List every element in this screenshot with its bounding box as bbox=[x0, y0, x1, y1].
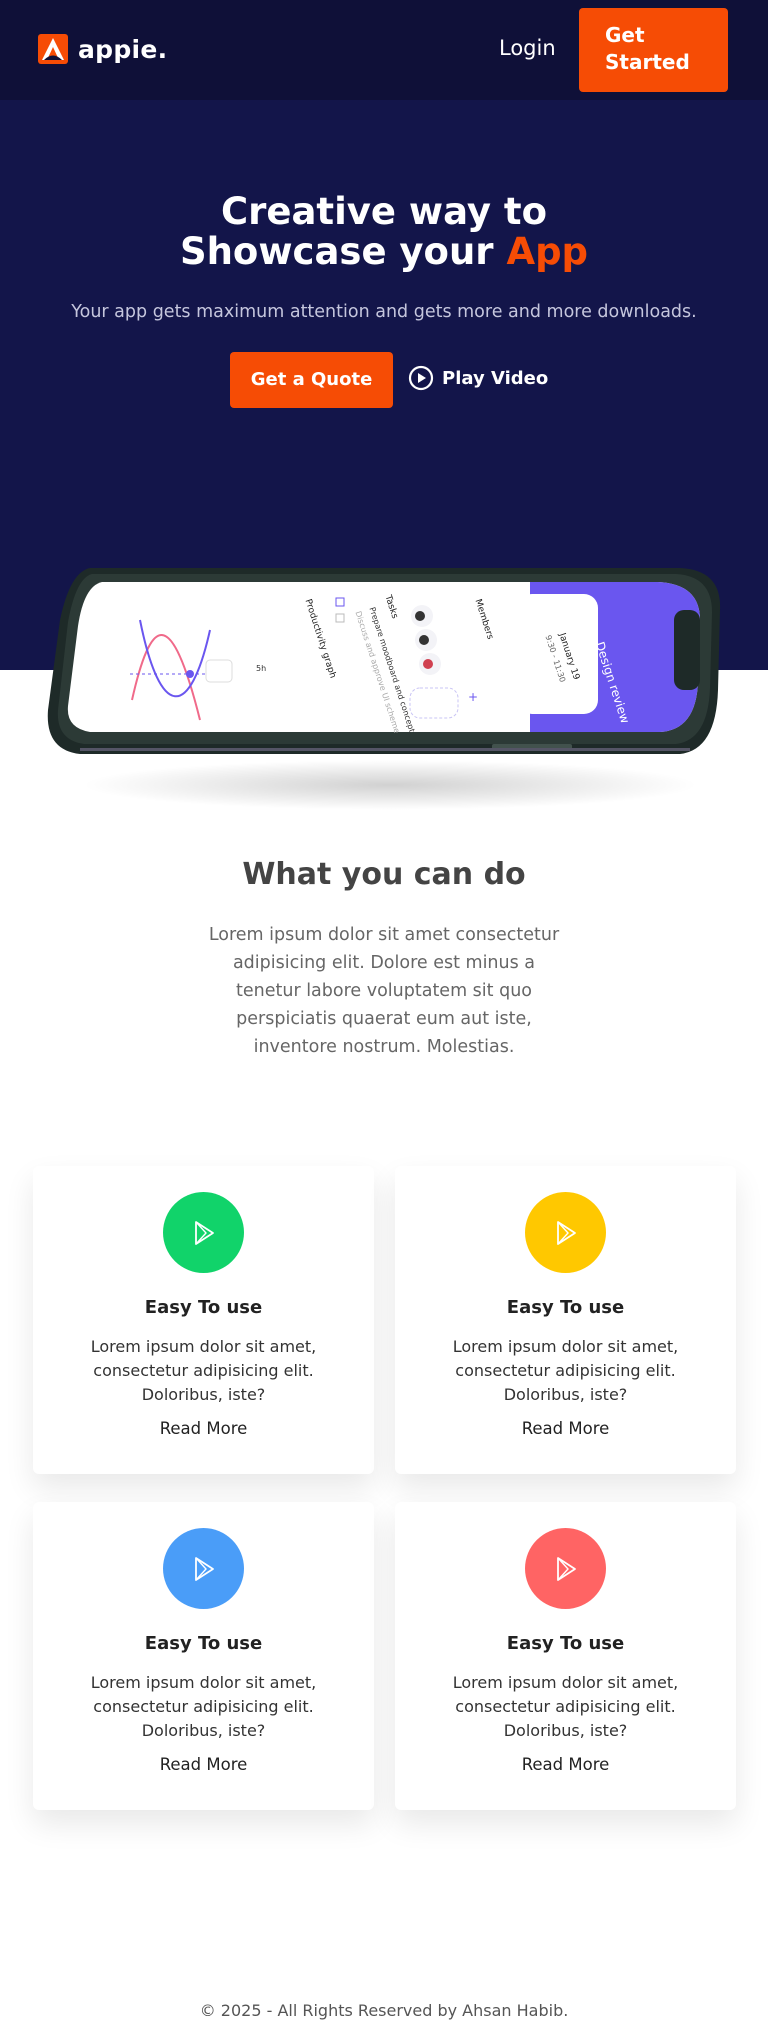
features-description: Lorem ipsum dolor sit amet consectetur a… bbox=[208, 925, 560, 1057]
play-video-button[interactable]: Play Video bbox=[408, 365, 548, 391]
hero-title-accent: App bbox=[506, 230, 589, 273]
logo-mark-icon bbox=[38, 34, 68, 64]
read-more-link[interactable]: Read More bbox=[395, 1755, 736, 1774]
hero-title-line1: Creative way to bbox=[220, 190, 548, 233]
read-more-link[interactable]: Read More bbox=[33, 1419, 374, 1438]
screen-graph-badge: 5h bbox=[256, 664, 267, 673]
logo[interactable]: appie. bbox=[38, 34, 167, 64]
feature-card-1: Easy To use Lorem ipsum dolor sit amet, … bbox=[33, 1166, 374, 1474]
feature-card-text: Lorem ipsum dolor sit amet, consectetur … bbox=[452, 1673, 679, 1740]
phone-mockup: Design review January 19 9:30 - 11:30 Me… bbox=[40, 560, 730, 830]
feature-card-3: Easy To use Lorem ipsum dolor sit amet, … bbox=[33, 1502, 374, 1810]
phone-shadow bbox=[80, 760, 700, 810]
logo-text: appie. bbox=[78, 34, 168, 64]
feature-icon-circle bbox=[525, 1192, 606, 1273]
read-more-link[interactable]: Read More bbox=[33, 1755, 374, 1774]
get-quote-button[interactable]: Get a Quote bbox=[230, 352, 393, 408]
site-header: appie. Login Get Started bbox=[0, 0, 768, 100]
feature-icon-circle bbox=[163, 1192, 244, 1273]
feature-card-4: Easy To use Lorem ipsum dolor sit amet, … bbox=[395, 1502, 736, 1810]
login-link[interactable]: Login bbox=[499, 36, 556, 60]
feature-card-2: Easy To use Lorem ipsum dolor sit amet, … bbox=[395, 1166, 736, 1474]
get-started-label-line1: Get bbox=[605, 23, 645, 47]
hero-title-line2: Showcase your App bbox=[0, 232, 768, 272]
get-started-label-line2: Started bbox=[605, 50, 690, 74]
feature-card-title: Easy To use bbox=[144, 1633, 263, 1654]
play-store-icon bbox=[556, 1220, 576, 1245]
read-more-link[interactable]: Read More bbox=[395, 1419, 736, 1438]
footer-copyright: © 2025 - All Rights Reserved by Ahsan Ha… bbox=[199, 2001, 569, 2020]
feature-card-text: Lorem ipsum dolor sit amet, consectetur … bbox=[90, 1337, 317, 1404]
features-title: What you can do bbox=[242, 857, 526, 892]
play-circle-icon bbox=[408, 365, 434, 391]
feature-icon-circle bbox=[525, 1528, 606, 1609]
feature-icon-circle bbox=[163, 1528, 244, 1609]
feature-card-title: Easy To use bbox=[506, 1633, 625, 1654]
play-store-icon bbox=[194, 1220, 214, 1245]
hero-title: Creative way to Showcase your App bbox=[0, 192, 768, 272]
screen-add-button: + bbox=[468, 690, 479, 704]
feature-card-text: Lorem ipsum dolor sit amet, consectetur … bbox=[90, 1673, 317, 1740]
get-started-button[interactable]: Get Started bbox=[579, 8, 728, 92]
feature-card-text: Lorem ipsum dolor sit amet, consectetur … bbox=[452, 1337, 679, 1404]
play-store-icon bbox=[194, 1556, 214, 1581]
feature-card-title: Easy To use bbox=[506, 1297, 625, 1318]
play-store-icon bbox=[556, 1556, 576, 1581]
hero-subtitle: Your app gets maximum attention and gets… bbox=[71, 302, 697, 322]
feature-card-title: Easy To use bbox=[144, 1297, 263, 1318]
play-video-label: Play Video bbox=[442, 367, 549, 389]
hero-title-line2-text: Showcase your bbox=[179, 230, 507, 273]
